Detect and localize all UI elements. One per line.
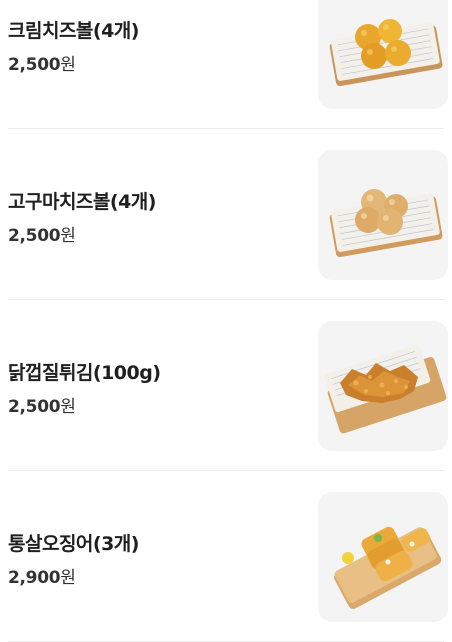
- price-value: 2,900: [8, 568, 61, 588]
- menu-item[interactable]: 닭껍질튀김(100g) 2,500원: [0, 300, 452, 471]
- price-currency: 원: [60, 226, 76, 246]
- price-value: 2,500: [8, 55, 61, 75]
- menu-item[interactable]: 크림치즈볼(4개) 2,500원: [0, 0, 452, 129]
- menu-item-image: [318, 150, 448, 280]
- menu-item-image: [318, 321, 448, 451]
- menu-item-name: 통살오징어(3개): [8, 533, 139, 555]
- menu-list: 크림치즈볼(4개) 2,500원 고구마치즈볼(4개) 2,500원 닭껍질튀김…: [0, 0, 452, 642]
- menu-item-price: 2,500원: [8, 392, 76, 417]
- price-currency: 원: [60, 397, 76, 417]
- menu-item-price: 2,500원: [8, 221, 76, 246]
- menu-item[interactable]: 고구마치즈볼(4개) 2,500원: [0, 129, 452, 300]
- menu-item-name: 고구마치즈볼(4개): [8, 191, 156, 213]
- menu-item-image: [318, 492, 448, 622]
- price-currency: 원: [60, 55, 76, 75]
- price-value: 2,500: [8, 226, 61, 246]
- menu-item-name: 닭껍질튀김(100g): [8, 362, 161, 384]
- menu-item-name: 크림치즈볼(4개): [8, 20, 139, 42]
- price-currency: 원: [60, 568, 76, 588]
- menu-item[interactable]: 통살오징어(3개) 2,900원: [0, 471, 452, 642]
- menu-item-price: 2,500원: [8, 50, 76, 75]
- price-value: 2,500: [8, 397, 61, 417]
- menu-item-image: [318, 0, 448, 109]
- menu-item-price: 2,900원: [8, 563, 76, 588]
